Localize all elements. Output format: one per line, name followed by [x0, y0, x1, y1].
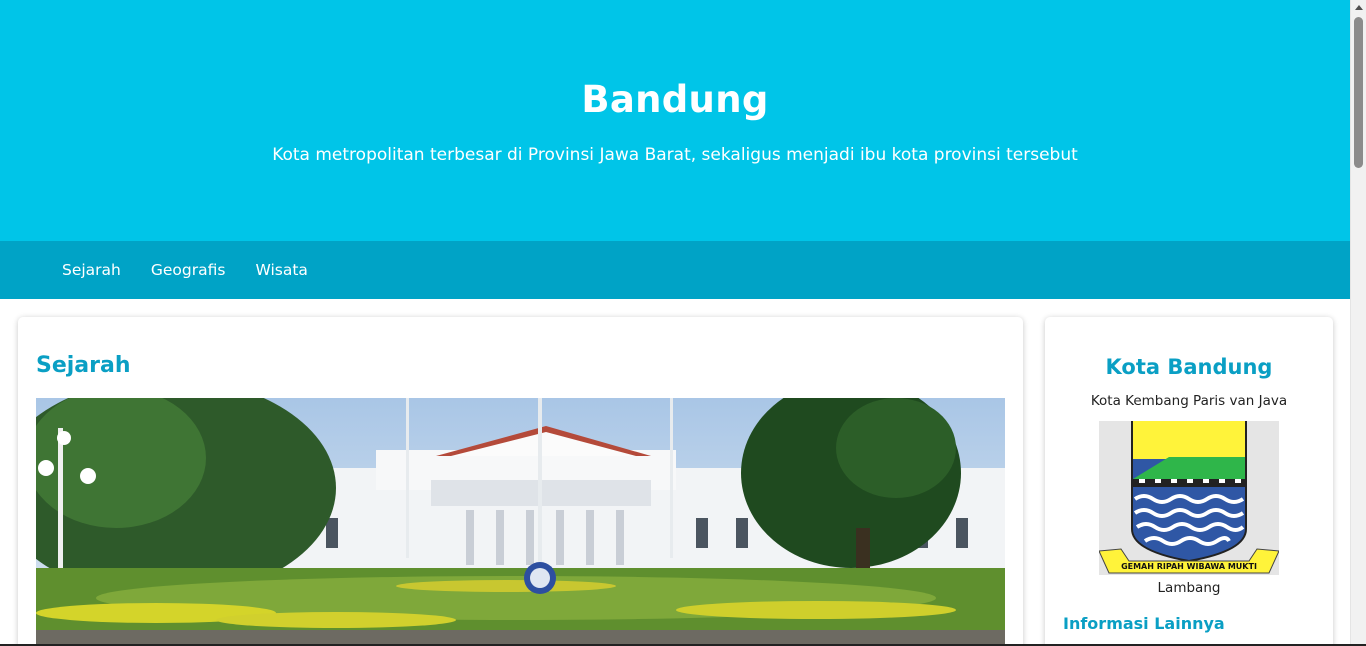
city-tagline: Kota Kembang Paris van Java — [1090, 393, 1288, 409]
history-heading: Sejarah — [36, 353, 131, 378]
site-subtitle: Kota metropolitan terbesar di Provinsi J… — [272, 145, 1078, 165]
nav-link-geografis[interactable]: Geografis — [136, 241, 241, 299]
nav-link-wisata[interactable]: Wisata — [240, 241, 322, 299]
scrollbar-thumb[interactable] — [1354, 17, 1363, 168]
history-card: Sejarah — [18, 317, 1023, 646]
city-card-title: Kota Bandung — [1105, 355, 1273, 379]
nav-link-sejarah[interactable]: Sejarah — [47, 241, 136, 299]
emblem-motto: GEMAH RIPAH WIBAWA MUKTI — [1121, 562, 1257, 571]
emblem-caption: Lambang — [1157, 580, 1221, 596]
city-info-card: Kota Bandung Kota Kembang Paris van Java — [1045, 317, 1333, 646]
site-title: Bandung — [581, 78, 769, 121]
gedung-sate-photo — [36, 398, 1005, 646]
scroll-up-arrow-icon[interactable] — [1355, 5, 1363, 10]
city-coat-of-arms: GEMAH RIPAH WIBAWA MUKTI — [1098, 420, 1280, 575]
more-info-heading: Informasi Lainnya — [1063, 614, 1225, 633]
main-nav: Sejarah Geografis Wisata — [0, 241, 1350, 299]
hero-header: Bandung Kota metropolitan terbesar di Pr… — [0, 0, 1350, 241]
page: Bandung Kota metropolitan terbesar di Pr… — [0, 0, 1350, 646]
vertical-scrollbar[interactable] — [1350, 0, 1366, 646]
